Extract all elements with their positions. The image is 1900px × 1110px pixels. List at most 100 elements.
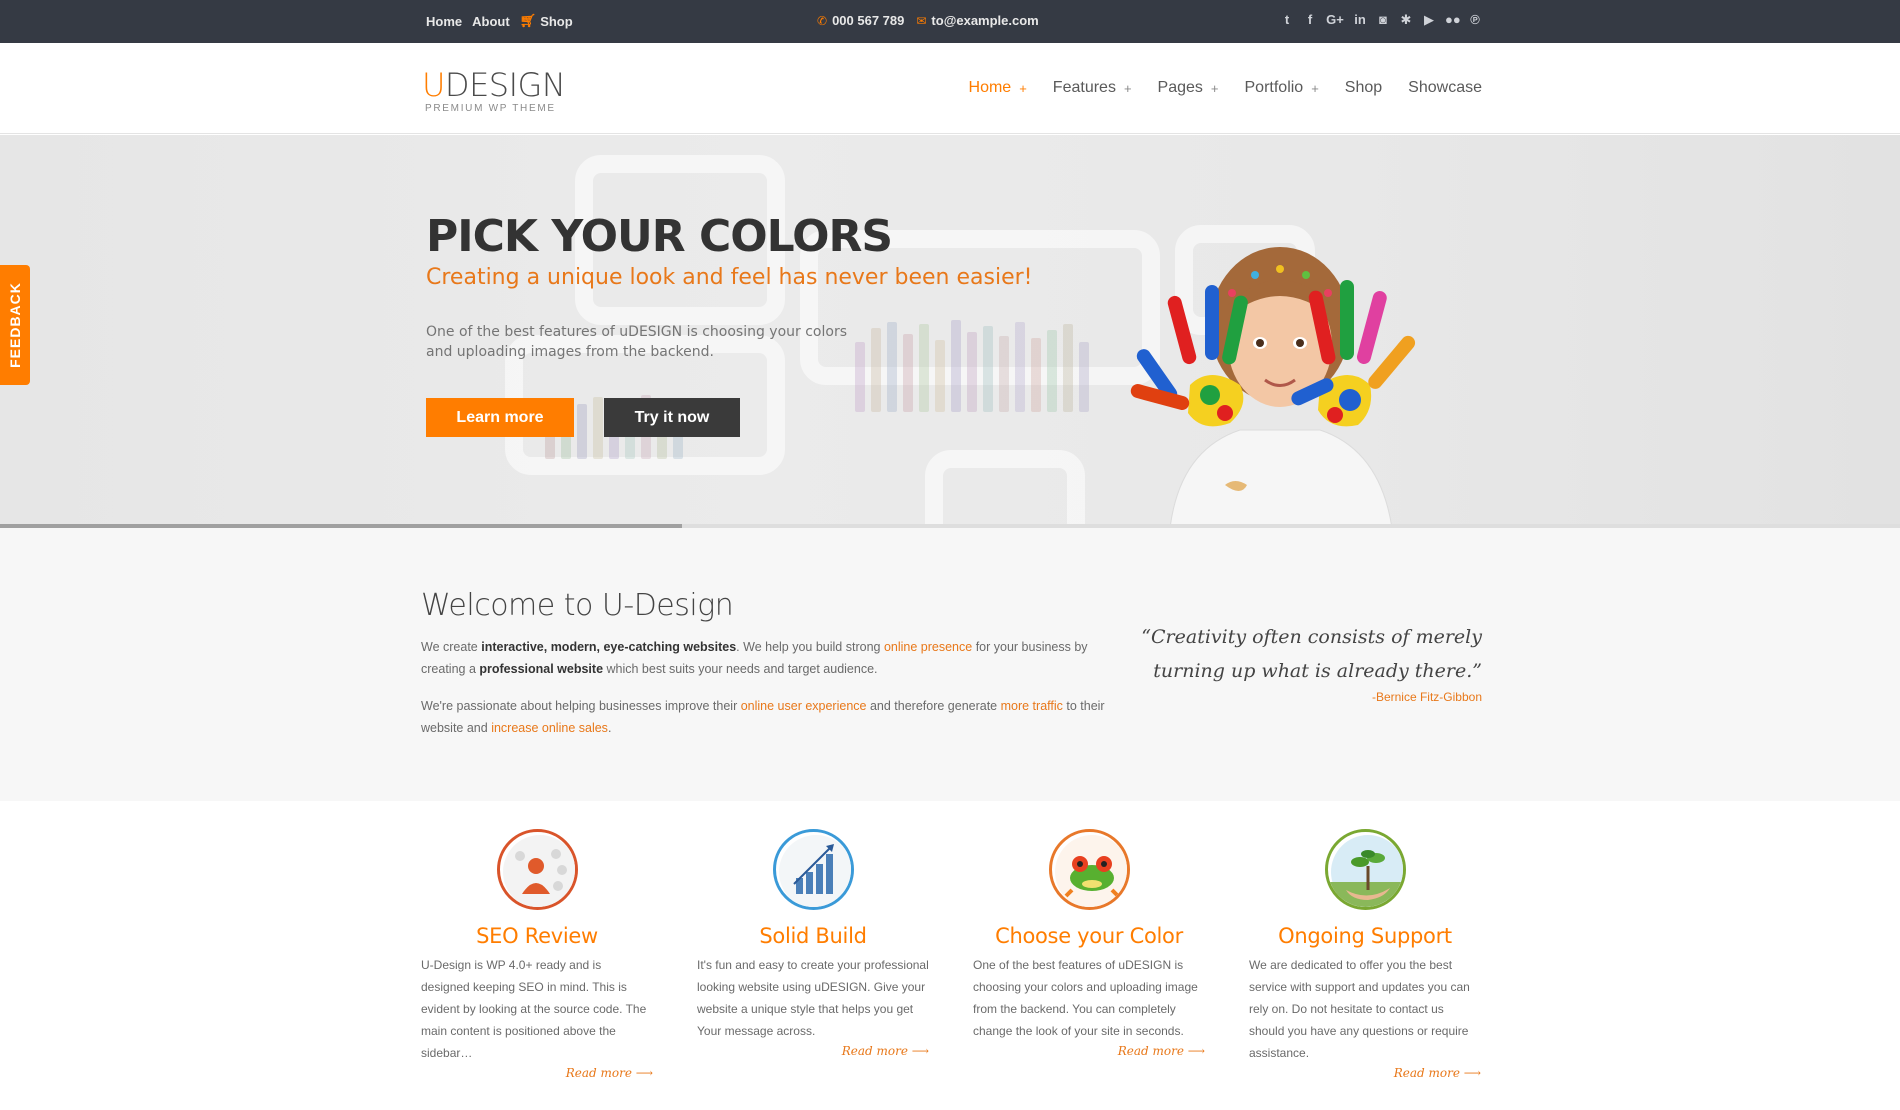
hero-subtitle: Creating a unique look and feel has neve… (426, 265, 1033, 290)
google-plus-icon[interactable]: G+ (1326, 12, 1344, 28)
link-online-user-experience[interactable]: online user experience (741, 699, 867, 713)
read-more-link[interactable]: Read more ⟶ (973, 1044, 1205, 1058)
top-bar-inner: Home About 🛒︎ Shop ✆ 000 567 789 ✉ to@examp… (425, 0, 1482, 43)
logo[interactable]: UDESIGN PREMIUM WP THEME (422, 66, 566, 114)
social-links: t f G+ in ◙ ✱ ▶ ●● ℗ (1280, 12, 1482, 28)
expand-icon: + (1311, 80, 1319, 96)
read-more-link[interactable]: Read more ⟶ (1249, 1066, 1481, 1080)
text-bold: interactive, modern, eye-catching websit… (481, 640, 737, 654)
testimonial-quote: “Creativity often consists of merely tur… (1141, 626, 1482, 682)
hero-slider: PICK YOUR COLORS Creating a unique look … (0, 135, 1900, 528)
pinterest-icon[interactable]: ℗ (1468, 12, 1482, 28)
nav-shop[interactable]: Shop (1345, 79, 1382, 97)
feature-card: Solid Build It's fun and easy to create … (697, 829, 929, 1058)
hero-title: PICK YOUR COLORS (426, 211, 893, 262)
top-nav-home-label: Home (426, 13, 463, 29)
top-bar: Home About 🛒︎ Shop ✆ 000 567 789 ✉ to@examp… (0, 0, 1900, 43)
learn-more-button[interactable]: Learn more (426, 398, 574, 437)
top-nav-about[interactable]: About (472, 13, 510, 29)
welcome-paragraph-2: We're passionate about helping businesse… (421, 695, 1121, 739)
nav-showcase[interactable]: Showcase (1408, 79, 1482, 97)
feature-title: Solid Build (759, 924, 867, 948)
text: which best suits your needs and target a… (603, 662, 878, 676)
contact-info: ✆ 000 567 789 ✉ to@example.com (817, 13, 1039, 28)
phone-number: 000 567 789 (832, 13, 905, 28)
top-nav-home[interactable]: Home (426, 13, 462, 29)
frog-icon (1048, 829, 1130, 910)
bar-chart-icon (772, 829, 854, 910)
plant-hand-icon (1324, 829, 1406, 910)
facebook-icon[interactable]: f (1303, 12, 1317, 28)
youtube-icon[interactable]: ▶ (1422, 12, 1436, 28)
linkedin-icon[interactable]: in (1353, 12, 1367, 28)
features-section: SEO Review U-Design is WP 4.0+ ready and… (0, 801, 1900, 1110)
feature-card: SEO Review U-Design is WP 4.0+ ready and… (421, 829, 653, 1080)
nav-home[interactable]: Home + (969, 79, 1027, 97)
nav-shop-label: Shop (1344, 79, 1383, 96)
nav-portfolio[interactable]: Portfolio + (1245, 79, 1319, 97)
email-address: to@example.com (931, 13, 1039, 28)
text: We're passionate about helping businesse… (421, 699, 741, 713)
instagram-icon[interactable]: ◙ (1376, 12, 1390, 28)
feedback-label: FEEDBACK (7, 282, 23, 368)
cart-icon: 🛒︎ (519, 13, 537, 28)
nav-features-label: Features (1052, 79, 1116, 96)
feature-text: We are dedicated to offer you the best s… (1249, 958, 1470, 1060)
text: We create (421, 640, 482, 654)
link-more-traffic[interactable]: more traffic (1001, 699, 1063, 713)
feature-card: Ongoing Support We are dedicated to offe… (1249, 829, 1481, 1080)
logo-wordmark: UDESIGN (422, 66, 566, 104)
site-header: UDESIGN PREMIUM WP THEME Home + Features +… (0, 43, 1900, 134)
logo-design: DESIGN (444, 66, 566, 104)
feature-title: SEO Review (476, 924, 598, 948)
twitter-icon[interactable]: t (1280, 12, 1294, 28)
hero-text: One of the best features of uDESIGN is c… (426, 324, 848, 360)
expand-icon: + (1210, 80, 1219, 96)
phone-icon: ✆ (817, 13, 828, 28)
logo-tagline: PREMIUM WP THEME (425, 103, 556, 114)
top-nav: Home About 🛒︎ Shop (426, 13, 573, 29)
welcome-paragraph-1: We create interactive, modern, eye-catch… (421, 636, 1121, 680)
link-increase-online-sales[interactable]: increase online sales (491, 721, 608, 735)
feature-title: Ongoing Support (1278, 924, 1452, 948)
top-nav-about-label: About (472, 13, 510, 29)
nav-pages[interactable]: Pages + (1158, 79, 1219, 97)
text: . (607, 721, 612, 735)
quote-author: -Bernice Fitz-Gibbon (1371, 690, 1482, 704)
read-more-link[interactable]: Read more ⟶ (697, 1044, 929, 1058)
girl-painted-hands-image (1130, 247, 1416, 528)
flickr-icon[interactable]: ●● (1445, 12, 1461, 28)
envelope-icon: ✉ (916, 13, 927, 28)
text: and therefore generate (866, 699, 1001, 713)
logo-u: U (422, 66, 445, 104)
feature-title: Choose your Color (995, 924, 1183, 948)
welcome-section: Welcome to U-Design We create interactiv… (0, 528, 1900, 801)
nav-portfolio-label: Portfolio (1244, 79, 1304, 96)
welcome-title: Welcome to U-Design (421, 588, 734, 623)
try-it-now-button[interactable]: Try it now (604, 398, 740, 437)
top-nav-shop-label: Shop (540, 13, 573, 29)
read-more-link[interactable]: Read more ⟶ (421, 1066, 653, 1080)
feature-card: Choose your Color One of the best featur… (973, 829, 1205, 1058)
feedback-tab[interactable]: FEEDBACK (0, 265, 30, 385)
top-nav-shop[interactable]: 🛒︎ Shop (520, 13, 573, 29)
email[interactable]: ✉ to@example.com (916, 13, 1038, 28)
nav-home-label: Home (968, 79, 1012, 96)
expand-icon: + (1019, 80, 1027, 96)
main-nav: Home + Features + Pages + Portfolio + Shop S… (969, 79, 1482, 97)
yelp-icon[interactable]: ✱ (1399, 12, 1413, 28)
background-books (855, 320, 1089, 412)
seo-review-icon (496, 829, 578, 910)
text-bold: professional website (479, 662, 604, 676)
link-online-presence[interactable]: online presence (884, 640, 972, 654)
nav-pages-label: Pages (1157, 79, 1203, 96)
phone[interactable]: ✆ 000 567 789 (817, 13, 904, 28)
nav-features[interactable]: Features + (1053, 79, 1132, 97)
feature-text: It's fun and easy to create your profess… (697, 958, 929, 1038)
feature-text: One of the best features of uDESIGN is c… (973, 958, 1198, 1038)
feature-text: U-Design is WP 4.0+ ready and is designe… (421, 958, 647, 1060)
nav-showcase-label: Showcase (1408, 79, 1482, 96)
background-shelf (925, 450, 1085, 528)
expand-icon: + (1123, 80, 1132, 96)
text: . We help you build strong (736, 640, 884, 654)
